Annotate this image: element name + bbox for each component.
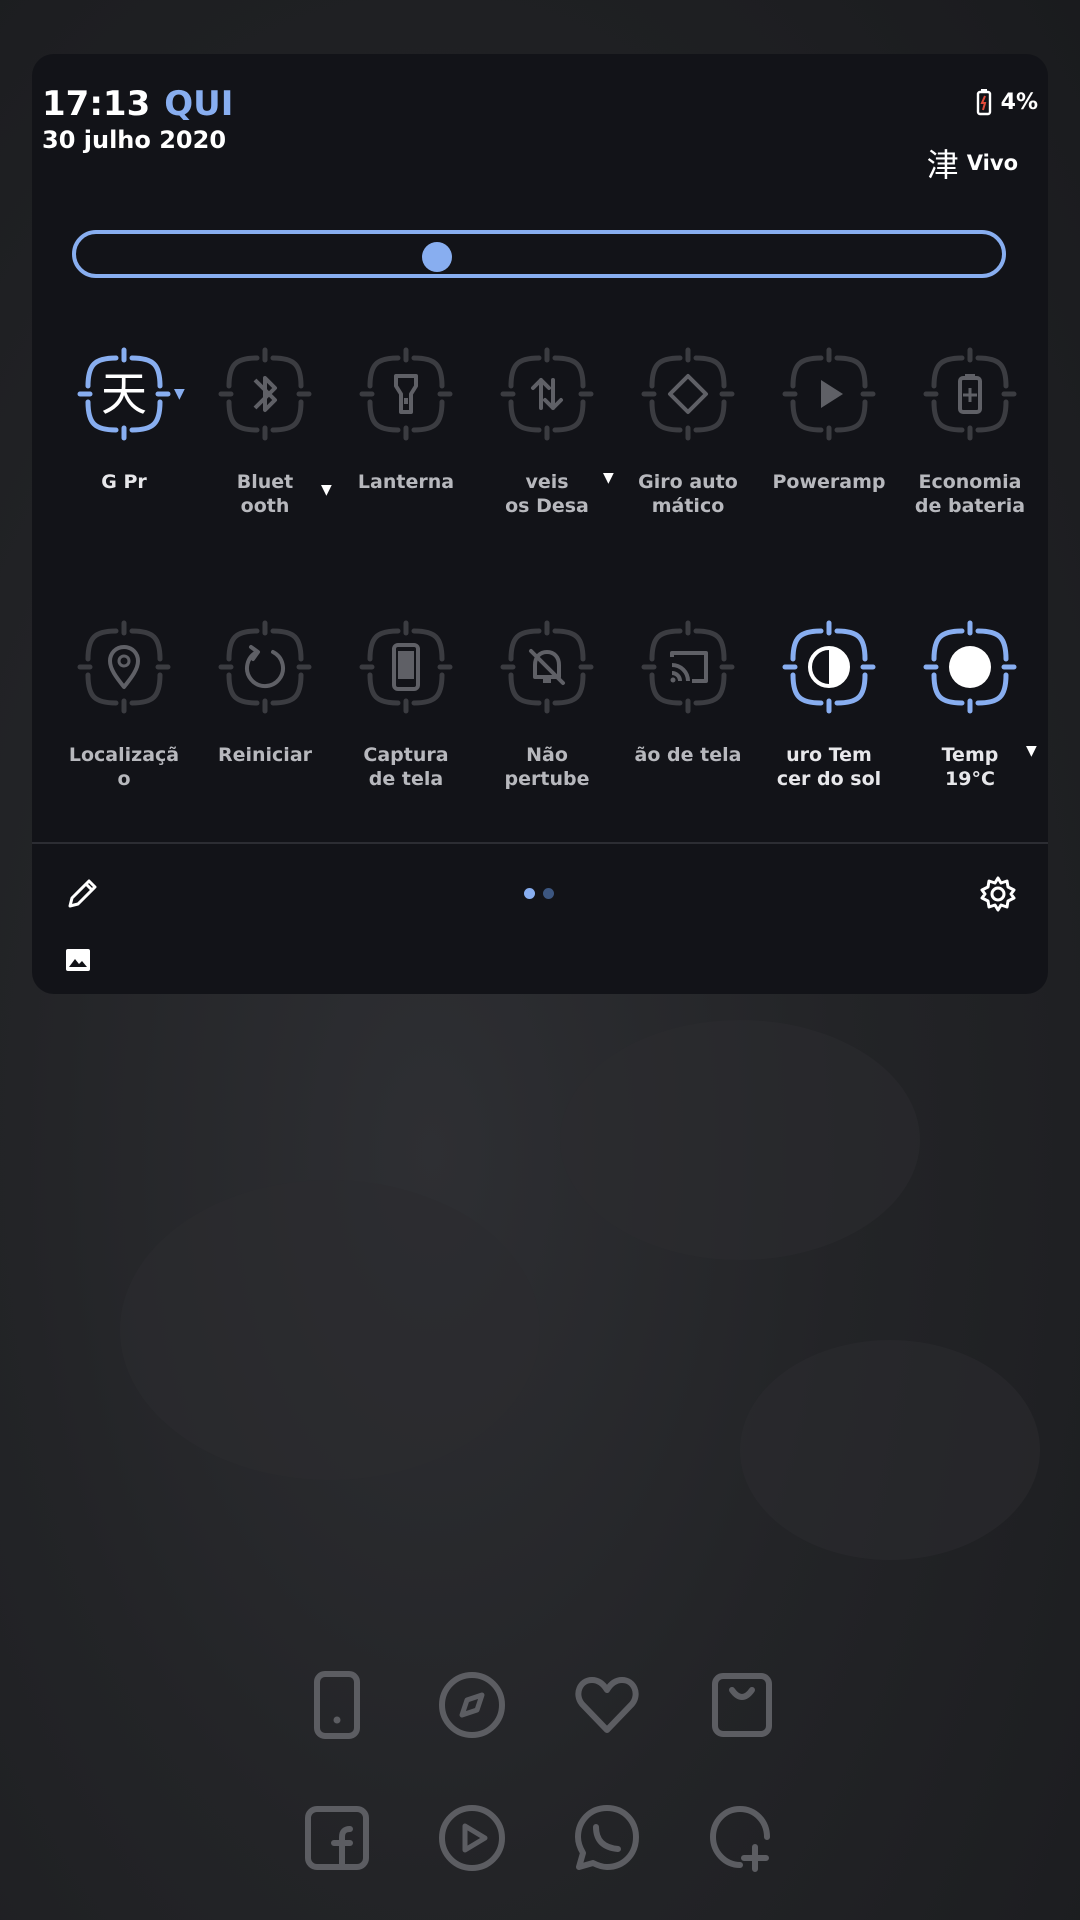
tile-label: Economia de bateria [914, 471, 1026, 517]
battery-percent: 4% [1000, 89, 1038, 115]
wallpaper-shape [120, 1180, 540, 1480]
play-circle-icon[interactable] [437, 1803, 507, 1873]
wallpaper-shape [740, 1340, 1040, 1560]
tile-label: Poweramp [772, 471, 886, 493]
tile-label: veis os Desa [505, 471, 589, 517]
clock-row: 17:13 QUI [42, 84, 233, 124]
tile-label: Não pertube [504, 744, 590, 790]
brightness-knob[interactable] [422, 242, 453, 272]
clock-day: QUI [164, 84, 234, 124]
tile-label: Localizaçã o [68, 744, 180, 790]
whatsapp-icon[interactable] [572, 1803, 642, 1873]
tile-label: Temp 19°C [941, 744, 999, 790]
clock-date[interactable]: 30 julho 2020 [42, 126, 226, 154]
tile-label: Bluet ooth [236, 471, 294, 517]
restart-icon [218, 620, 312, 714]
carrier-indicator: 津 Vivo [927, 140, 1018, 186]
cast-icon [641, 620, 735, 714]
clock-time[interactable]: 17:13 [42, 84, 150, 124]
chevron-down-icon[interactable]: ▼ [174, 386, 185, 402]
sky-glyph-icon: 天 [77, 347, 171, 441]
data-transfer-icon [500, 347, 594, 441]
tile-label: Lanterna [357, 471, 455, 493]
chevron-down-icon[interactable]: ▼ [603, 470, 614, 486]
page-indicator [524, 888, 554, 899]
wallpaper-shape [560, 1020, 920, 1260]
image-icon[interactable] [64, 947, 92, 973]
tile-label: Giro auto mático [638, 471, 738, 517]
facebook-icon[interactable] [302, 1803, 372, 1873]
battery-saver-icon [923, 347, 1017, 441]
edit-pencil-icon[interactable] [62, 874, 102, 914]
tile-label: Reiniciar [217, 744, 313, 766]
bell-off-icon [500, 620, 594, 714]
phone-screenshot-icon [359, 620, 453, 714]
phone-icon[interactable] [302, 1670, 372, 1740]
contrast-icon [782, 620, 876, 714]
settings-gear-icon[interactable] [978, 874, 1018, 914]
brightness-slider[interactable] [72, 230, 1006, 278]
battery-indicator: 4% [975, 88, 1038, 116]
play-icon [782, 347, 876, 441]
svg-text:天: 天 [101, 367, 147, 421]
heart-icon[interactable] [572, 1670, 642, 1740]
flashlight-icon [359, 347, 453, 441]
divider [32, 842, 1048, 844]
page-dot-active [524, 888, 535, 899]
tile-label: Captura de tela [363, 744, 449, 790]
compass-icon[interactable] [437, 1670, 507, 1740]
tile-label: uro Tem cer do sol [776, 744, 882, 790]
bluetooth-icon [218, 347, 312, 441]
chevron-down-icon[interactable]: ▼ [1026, 743, 1037, 759]
carrier-glyph: 津 [926, 146, 959, 184]
location-pin-icon [77, 620, 171, 714]
shopping-bag-icon[interactable] [707, 1670, 777, 1740]
quick-settings-panel: 17:13 QUI 30 julho 2020 4% 津 Vivo 天 G Pr ▼ [32, 54, 1048, 994]
add-chat-icon[interactable] [707, 1803, 777, 1873]
auto-rotate-icon [641, 347, 735, 441]
chevron-down-icon[interactable]: ▼ [321, 482, 332, 498]
carrier-name: Vivo [966, 151, 1018, 175]
circle-icon [923, 620, 1017, 714]
tile-label: G Pr [101, 471, 147, 493]
page-dot-inactive [543, 888, 554, 899]
tile-label: ão de tela [634, 744, 742, 766]
battery-icon [976, 89, 991, 116]
